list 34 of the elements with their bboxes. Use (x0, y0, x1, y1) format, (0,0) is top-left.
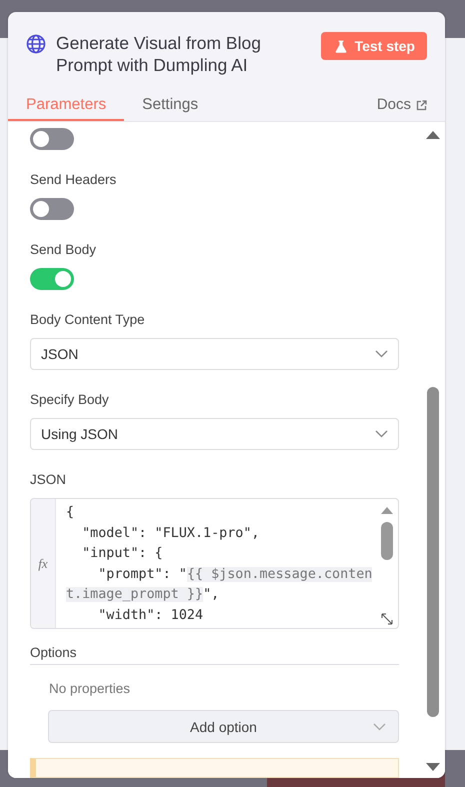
expression-icon: fx (38, 556, 48, 572)
section-heading: Options (30, 645, 399, 665)
field-label: Body Content Type (30, 312, 146, 329)
node-title: Generate Visual from Blog Prompt with Dumpling AI (56, 32, 262, 76)
code-line: "width": 1024 (97, 606, 204, 624)
scroll-up-icon[interactable] (426, 130, 440, 139)
flask-icon (334, 40, 347, 52)
chevron-down-icon (375, 350, 388, 358)
external-link-icon (416, 100, 427, 111)
field-label: JSON (30, 472, 68, 489)
toggle-switch[interactable] (30, 198, 74, 220)
chevron-down-icon (373, 723, 386, 731)
field-label: Send Headers (30, 172, 118, 189)
code-line: "model": "FLUX.1-pro", (81, 524, 260, 542)
scrollbar-thumb[interactable] (427, 387, 439, 717)
tab[interactable]: Settings (124, 96, 216, 121)
scroll-down-icon[interactable] (426, 763, 440, 772)
code-editor[interactable]: fx { "model": "FLUX.1-pro", "input": { "prompt": "{{ $json.message.content.image_prompt }}", "width": 1024 (30, 498, 399, 629)
toggle-switch[interactable] (30, 128, 74, 150)
docs-link[interactable]: Docs (376, 96, 427, 121)
field-label: Specify Body (30, 392, 110, 409)
scrollbar-thumb[interactable] (381, 522, 393, 560)
dropdown[interactable]: JSON (30, 338, 399, 370)
code-line: { (66, 504, 76, 522)
toggle-switch[interactable] (30, 268, 74, 290)
code-line: "input": { (81, 545, 164, 563)
field-label: Send Body (30, 242, 98, 259)
resize-icon[interactable] (381, 613, 393, 625)
scroll-up-icon[interactable] (381, 506, 393, 514)
empty-text: No properties (49, 681, 132, 696)
globe-icon (26, 34, 46, 54)
chevron-down-icon (375, 430, 388, 438)
dropdown[interactable]: Using JSON (30, 418, 399, 450)
add-option-button[interactable]: Add option (48, 710, 399, 743)
